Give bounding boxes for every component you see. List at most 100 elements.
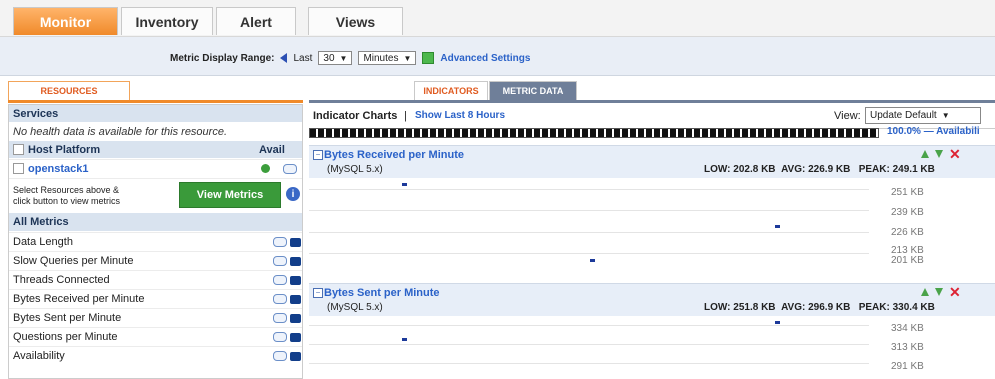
host-platform-label: Host Platform: [28, 143, 101, 156]
chart-stats: LOW: 251.8 KB AVG: 296.9 KB PEAK: 330.4 …: [704, 302, 935, 313]
metric-label: Slow Queries per Minute: [13, 255, 134, 267]
chart-icon[interactable]: [290, 351, 301, 361]
chart-subtitle: (MySQL 5.x): [327, 302, 383, 313]
available-status-icon: [261, 164, 270, 173]
advanced-settings-link[interactable]: Advanced Settings: [440, 53, 530, 64]
select-resources-text: Select Resources above & click button to…: [13, 184, 121, 206]
metric-row[interactable]: Threads Connected: [9, 270, 302, 289]
chart-bytes-received: − Bytes Received per Minute (MySQL 5.x) …: [309, 145, 995, 266]
chart-title[interactable]: Bytes Sent per Minute: [324, 287, 440, 299]
avail-header: Avail: [259, 143, 285, 156]
metric-row[interactable]: Bytes Received per Minute: [9, 289, 302, 308]
metric-label: Bytes Received per Minute: [13, 293, 145, 305]
range-unit-select[interactable]: Minutes ▼: [358, 51, 417, 65]
advanced-settings-icon[interactable]: [422, 52, 435, 64]
comment-icon[interactable]: [273, 313, 287, 323]
move-up-icon[interactable]: [921, 288, 929, 296]
close-icon[interactable]: ✕: [949, 285, 961, 299]
resources-tab-line: [8, 100, 303, 103]
show-last-8-hours-link[interactable]: Show Last 8 Hours: [415, 110, 505, 121]
resources-tab[interactable]: RESOURCES: [8, 81, 130, 100]
comment-icon[interactable]: [273, 237, 287, 247]
tab-monitor[interactable]: Monitor: [13, 7, 118, 35]
view-select[interactable]: Update Default ▼: [865, 107, 981, 124]
chart-icon[interactable]: [290, 256, 301, 266]
all-metrics-heading: All Metrics: [9, 213, 302, 231]
view-metrics-button[interactable]: View Metrics: [179, 182, 281, 208]
chart-bytes-sent: − Bytes Sent per Minute (MySQL 5.x) LOW:…: [309, 283, 995, 379]
info-icon[interactable]: i: [286, 187, 300, 201]
collapse-icon[interactable]: −: [313, 150, 323, 160]
select-resources-block: Select Resources above & click button to…: [9, 178, 302, 212]
host-checkbox[interactable]: [13, 163, 24, 174]
comment-icon[interactable]: [273, 256, 287, 266]
services-message: No health data is available for this res…: [13, 125, 228, 138]
chart-icon[interactable]: [290, 275, 301, 285]
chart-plot-area: [309, 177, 869, 263]
view-label: View:: [834, 110, 861, 122]
comment-icon[interactable]: [283, 163, 297, 174]
availability-text: 100.0% — Availabili: [887, 126, 980, 137]
metric-row[interactable]: Questions per Minute: [9, 327, 302, 346]
data-point: [775, 225, 780, 228]
host-platform-checkbox[interactable]: [13, 144, 24, 155]
chart-icon[interactable]: [290, 294, 301, 304]
tab-inventory[interactable]: Inventory: [121, 7, 213, 35]
tab-indicators[interactable]: INDICATORS: [414, 81, 488, 100]
right-tab-line: [309, 100, 995, 103]
metric-label: Questions per Minute: [13, 331, 118, 343]
move-down-icon[interactable]: [935, 288, 943, 296]
tab-metric-data[interactable]: METRIC DATA: [489, 81, 577, 100]
chart-icon[interactable]: [290, 237, 301, 247]
move-down-icon[interactable]: [935, 150, 943, 158]
gridline: [309, 232, 869, 233]
separator: |: [404, 110, 407, 122]
metric-row[interactable]: Availability: [9, 346, 302, 365]
y-tick: 313 KB: [891, 342, 924, 353]
chart-icon[interactable]: [290, 313, 301, 323]
host-link[interactable]: openstack1: [28, 163, 89, 175]
chart-icon[interactable]: [290, 332, 301, 342]
tab-alert[interactable]: Alert: [216, 7, 296, 35]
last-label: Last: [293, 52, 313, 64]
metric-range-bar: Metric Display Range: Last 30 ▼ Minutes ▼ …: [0, 37, 995, 76]
host-row: openstack1: [9, 159, 302, 177]
comment-icon[interactable]: [273, 351, 287, 361]
y-tick: 291 KB: [891, 361, 924, 372]
metric-label: Bytes Sent per Minute: [13, 312, 122, 324]
metric-row[interactable]: Data Length: [9, 232, 302, 251]
dropdown-arrow-icon: ▼: [339, 53, 348, 63]
y-tick: 226 KB: [891, 227, 924, 238]
metric-label: Threads Connected: [13, 274, 110, 286]
tab-views[interactable]: Views: [308, 7, 403, 35]
metric-row[interactable]: Slow Queries per Minute: [9, 251, 302, 270]
gridline: [309, 363, 869, 364]
availability-strip: [309, 128, 879, 138]
host-platform-heading: Host Platform Avail: [9, 141, 302, 158]
comment-icon[interactable]: [273, 275, 287, 285]
indicator-charts-label: Indicator Charts: [313, 110, 398, 122]
top-navigation: Monitor Inventory Alert Views: [0, 0, 995, 37]
range-value-select[interactable]: 30 ▼: [318, 51, 353, 65]
metric-label: Availability: [13, 350, 65, 362]
chart-plot-area: [309, 315, 869, 379]
close-icon[interactable]: ✕: [949, 147, 961, 161]
metric-row[interactable]: Bytes Sent per Minute: [9, 308, 302, 327]
metric-range-label: Metric Display Range:: [170, 52, 275, 64]
previous-range-icon[interactable]: [280, 53, 288, 63]
y-tick: 201 KB: [891, 255, 924, 266]
data-point: [402, 183, 407, 186]
move-up-icon[interactable]: [921, 150, 929, 158]
comment-icon[interactable]: [273, 332, 287, 342]
comment-icon[interactable]: [273, 294, 287, 304]
gridline: [309, 325, 869, 326]
data-point: [775, 321, 780, 324]
y-tick: 251 KB: [891, 187, 924, 198]
chart-header: − Bytes Received per Minute (MySQL 5.x) …: [309, 145, 995, 178]
data-point: [590, 259, 595, 262]
chart-title[interactable]: Bytes Received per Minute: [324, 149, 464, 161]
resources-content: Services No health data is available for…: [8, 104, 303, 379]
gridline: [309, 253, 869, 254]
y-tick: 334 KB: [891, 323, 924, 334]
collapse-icon[interactable]: −: [313, 288, 323, 298]
